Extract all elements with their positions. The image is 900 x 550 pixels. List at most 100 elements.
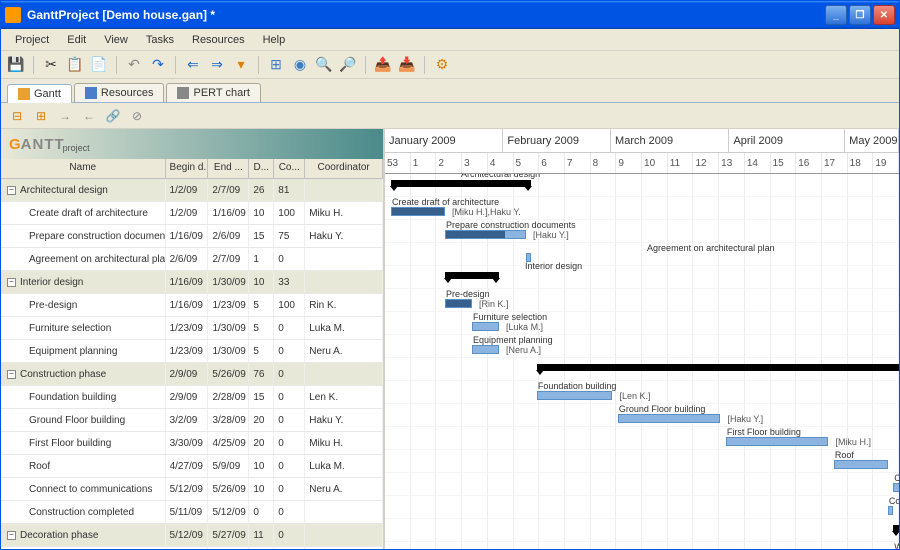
task-name-cell: First Floor building (1, 432, 166, 454)
table-row[interactable]: Roof4/27/095/9/09100Luka M. (1, 455, 383, 478)
import-icon[interactable]: 📥 (396, 54, 418, 76)
unlink-icon[interactable]: ⊘ (127, 106, 147, 126)
maximize-button[interactable]: ❐ (849, 5, 871, 25)
bar-label: Walls (894, 542, 899, 549)
menu-tasks[interactable]: Tasks (138, 32, 182, 48)
export-icon[interactable]: 📤 (372, 54, 394, 76)
table-row[interactable]: Equipment planning1/23/091/30/0950Neru A… (1, 340, 383, 363)
table-row[interactable]: First Floor building3/30/094/25/09200Mik… (1, 432, 383, 455)
bar-label: Architectural design (461, 174, 540, 179)
summary-bar[interactable] (893, 525, 899, 532)
outdent-icon[interactable]: ← (79, 106, 99, 126)
month-row: January 2009February 2009March 2009April… (385, 129, 899, 153)
table-row[interactable]: −Architectural design1/2/092/7/092681 (1, 179, 383, 202)
paste-icon[interactable]: 📄 (88, 54, 110, 76)
zoom-out-icon[interactable]: 🔎 (337, 54, 359, 76)
table-row[interactable]: Agreement on architectural plan2/6/092/7… (1, 248, 383, 271)
task-bar[interactable]: Prepare construction documents[Haku Y.] (445, 230, 526, 239)
copy-icon[interactable]: 📋 (64, 54, 86, 76)
table-row[interactable]: Connect to communications5/12/095/26/091… (1, 478, 383, 501)
summary-bar[interactable] (537, 364, 899, 371)
save-icon[interactable]: 💾 (5, 54, 27, 76)
table-row[interactable]: Foundation building2/9/092/28/09150Len K… (1, 386, 383, 409)
next-icon[interactable]: ⇒ (206, 54, 228, 76)
table-row[interactable]: Furniture selection1/23/091/30/0950Luka … (1, 317, 383, 340)
task-comp-cell: 0 (274, 478, 305, 500)
task-bar[interactable]: Ground Floor building[Haku Y.] (618, 414, 721, 423)
tab-resources[interactable]: Resources (74, 83, 165, 102)
col-header-begin[interactable]: Begin d... (166, 159, 209, 178)
zoom-fit-icon[interactable]: ⊞ (265, 54, 287, 76)
gantt-toolbar: ⊟ ⊞ → ← 🔗 ⊘ (1, 103, 899, 129)
task-table-header: Name Begin d... End ... D... Co... Coord… (1, 159, 383, 179)
table-row[interactable]: −Construction phase2/9/095/26/09760 (1, 363, 383, 386)
task-bar[interactable]: First Floor building[Miku H.] (726, 437, 829, 446)
task-end-cell: 2/7/09 (208, 179, 249, 201)
menu-resources[interactable]: Resources (184, 32, 253, 48)
zoom-in-icon[interactable]: 🔍 (313, 54, 335, 76)
task-dur-cell: 15 (249, 386, 274, 408)
task-bar[interactable]: Construction completedConstructio (888, 506, 893, 515)
expand-all-icon[interactable]: ⊞ (31, 106, 51, 126)
gantt-body[interactable]: Architectural design Create draft of arch… (385, 174, 899, 549)
task-bar[interactable]: Create draft of architecture[Miku H.],Ha… (391, 207, 445, 216)
menu-edit[interactable]: Edit (59, 32, 94, 48)
table-row[interactable]: Create draft of architecture1/2/091/16/0… (1, 202, 383, 225)
collapse-all-icon[interactable]: ⊟ (7, 106, 27, 126)
summary-bar[interactable]: Architectural design (391, 180, 531, 187)
close-button[interactable]: ✕ (873, 5, 895, 25)
menu-view[interactable]: View (96, 32, 136, 48)
task-bar[interactable]: Furniture selection[Luka M.] (472, 322, 499, 331)
menu-help[interactable]: Help (255, 32, 294, 48)
prev-icon[interactable]: ⇐ (182, 54, 204, 76)
indent-icon[interactable]: → (55, 106, 75, 126)
undo-icon[interactable]: ↶ (123, 54, 145, 76)
task-coord-cell: Luka M. (305, 455, 383, 477)
week-cell: 15 (771, 153, 797, 173)
table-row[interactable]: −Decoration phase5/12/095/27/09110 (1, 524, 383, 547)
tab-pert[interactable]: PERT chart (166, 83, 260, 102)
task-dur-cell: 76 (249, 363, 274, 385)
redo-icon[interactable]: ↷ (147, 54, 169, 76)
table-row[interactable]: Walls5/12/095/19/0950Miku H. (1, 547, 383, 549)
col-header-coordinator[interactable]: Coordinator (305, 159, 383, 178)
expand-icon[interactable]: − (7, 370, 16, 379)
table-row[interactable]: Pre-design1/16/091/23/095100Rin K. (1, 294, 383, 317)
col-header-duration[interactable]: D... (249, 159, 274, 178)
week-cell: 19 (873, 153, 899, 173)
task-bar[interactable]: Equipment planning[Neru A.] (472, 345, 499, 354)
table-row[interactable]: Ground Floor building3/2/093/28/09200Hak… (1, 409, 383, 432)
task-comp-cell: 0 (274, 455, 305, 477)
gantt-row: Connect to communications (385, 473, 899, 496)
month-cell: May 2009 (845, 129, 899, 152)
bar-label: Prepare construction documents (446, 220, 576, 230)
col-header-end[interactable]: End ... (208, 159, 249, 178)
today-icon[interactable]: ◉ (289, 54, 311, 76)
bar-label: Pre-design (446, 289, 490, 299)
expand-icon[interactable]: − (7, 531, 16, 540)
table-row[interactable]: −Interior design1/16/091/30/091033 (1, 271, 383, 294)
table-row[interactable]: Prepare construction documents1/16/092/6… (1, 225, 383, 248)
summary-bar[interactable]: Interior design (445, 272, 499, 279)
task-name: Ground Floor building (29, 415, 125, 426)
link-icon[interactable]: 🔗 (103, 106, 123, 126)
task-dur-cell: 1 (249, 248, 274, 270)
minimize-button[interactable]: _ (825, 5, 847, 25)
settings-icon[interactable]: ⚙ (431, 54, 453, 76)
titlebar: GanttProject [Demo house.gan] * _ ❐ ✕ (1, 1, 899, 29)
bar-label: Interior design (525, 261, 582, 271)
task-bar[interactable]: Pre-design[Rin K.] (445, 299, 472, 308)
table-row[interactable]: Construction completed5/11/095/12/0900 (1, 501, 383, 524)
expand-icon[interactable]: − (7, 278, 16, 287)
cut-icon[interactable]: ✂ (40, 54, 62, 76)
tab-gantt[interactable]: Gantt (7, 84, 72, 103)
task-bar[interactable]: Connect to communications (893, 483, 899, 492)
nav-down-icon[interactable]: ▾ (230, 54, 252, 76)
task-name-cell: Ground Floor building (1, 409, 166, 431)
col-header-name[interactable]: Name (1, 159, 166, 178)
task-bar[interactable]: Roof (834, 460, 888, 469)
col-header-complete[interactable]: Co... (274, 159, 305, 178)
task-bar[interactable]: Foundation building[Len K.] (537, 391, 613, 400)
menu-project[interactable]: Project (7, 32, 57, 48)
expand-icon[interactable]: − (7, 186, 16, 195)
